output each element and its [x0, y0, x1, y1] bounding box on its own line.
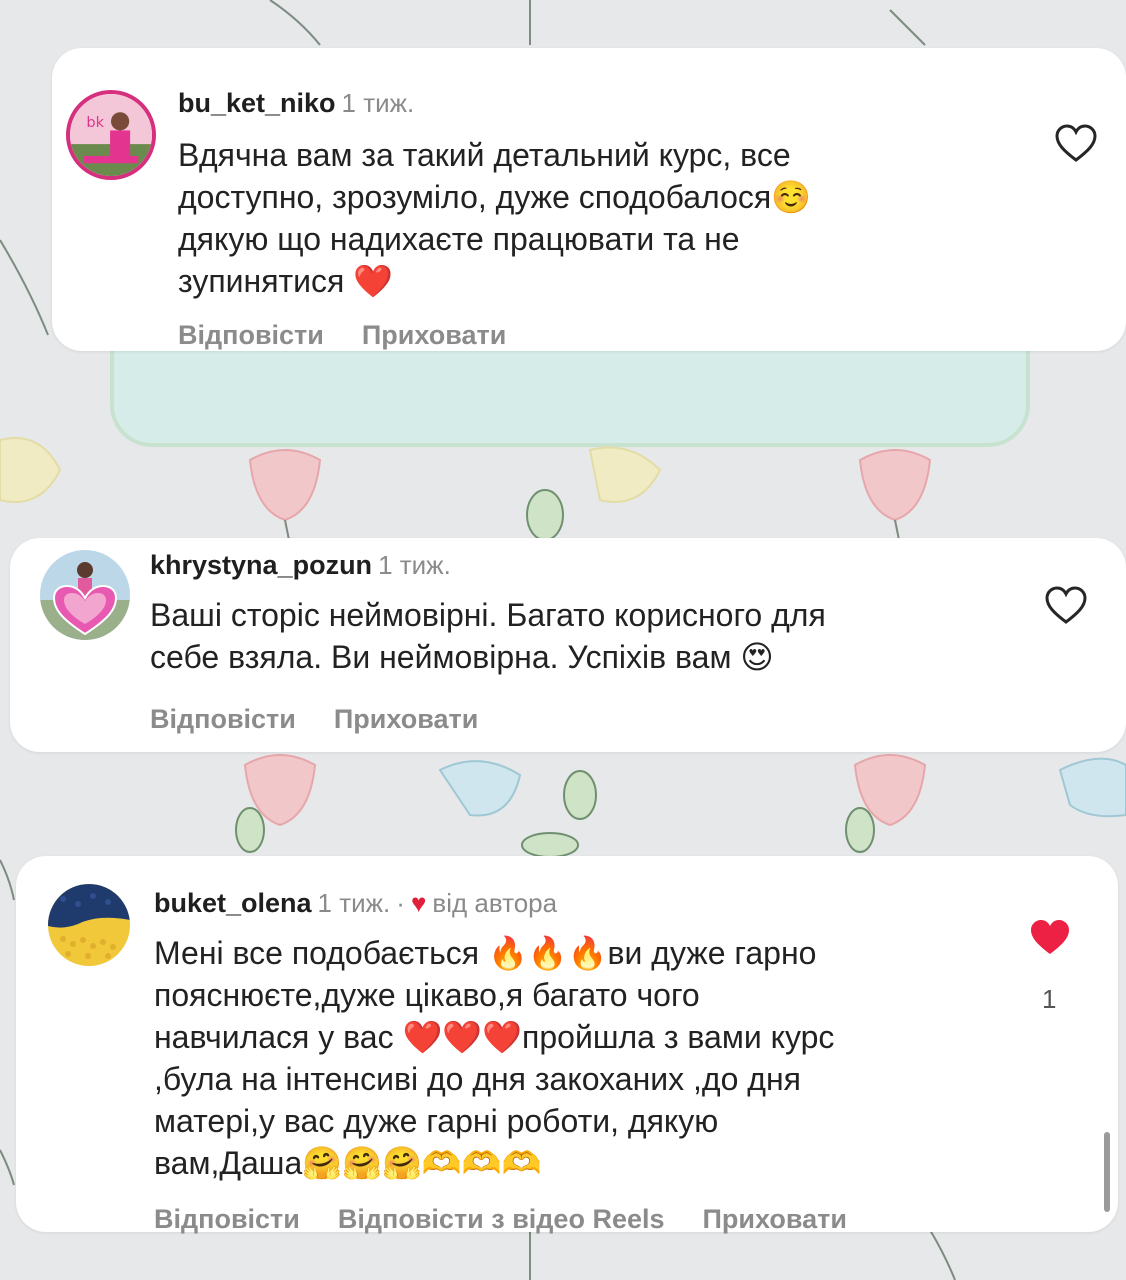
comment-time: 1 тиж. — [378, 550, 451, 580]
hide-button[interactable]: Приховати — [362, 320, 506, 350]
comment-line: доступно, зрозуміло, дуже сподобалося☺️ — [178, 179, 812, 215]
avatar[interactable] — [40, 550, 130, 640]
reply-button[interactable]: Відповісти — [178, 320, 324, 350]
reply-button[interactable]: Відповісти — [150, 704, 296, 734]
username[interactable]: buket_olena 1 тиж. · ♥ від автора — [154, 888, 557, 919]
comment-line: Вдячна вам за такий детальний курс, все — [178, 137, 791, 173]
comment-line: Ваші сторіс неймовірні. Багато корисного… — [150, 597, 826, 633]
author-badge: ♥ від автора — [411, 888, 557, 919]
heart-outline-icon[interactable] — [1044, 586, 1088, 626]
comment-line: навчилася у вас ❤️❤️❤️пройшла з вами кур… — [154, 1019, 835, 1055]
comment-actions: Відповісти Приховати — [178, 320, 544, 351]
svg-text:bk: bk — [86, 114, 104, 131]
comment-line: вам,Даша🤗🤗🤗🫶🫶🫶 — [154, 1145, 542, 1181]
comment-actions: Відповісти Приховати — [150, 704, 516, 735]
comment-card: khrystyna_pozun 1 тиж. Ваші сторіс неймов… — [10, 538, 1126, 752]
avatar-image: bk — [70, 94, 152, 176]
username[interactable]: khrystyna_pozun 1 тиж. — [150, 550, 451, 581]
hide-button[interactable]: Приховати — [703, 1204, 847, 1234]
avatar-image — [48, 884, 130, 966]
reply-button[interactable]: Відповісти — [154, 1204, 300, 1234]
avatar-image — [40, 550, 130, 640]
comment-line: зупинятися ❤️ — [178, 263, 394, 299]
comment-actions: Відповісти Відповісти з відео Reels Прихов… — [154, 1204, 885, 1235]
comment-card: buket_olena 1 тиж. · ♥ від автора Мені все п… — [16, 856, 1118, 1235]
comment-line: пояснюєте,дуже цікаво,я багато чого — [154, 977, 700, 1013]
username-text[interactable]: buket_olena — [154, 888, 312, 918]
comment-time: 1 тиж. — [341, 88, 415, 118]
comment-time: 1 тиж. — [317, 888, 391, 918]
comment-card: bk bu_ket_niko 1 тиж. Вдячна вам за такий… — [52, 48, 1126, 351]
comment-text: Вдячна вам за такий детальний курс, все … — [178, 134, 811, 302]
username[interactable]: bu_ket_niko 1 тиж. — [178, 88, 414, 119]
comment-line: себе взяла. Ви неймовірна. Успіхів вам 😍 — [150, 639, 774, 675]
author-badge-text: від автора — [432, 888, 558, 918]
heart-filled-icon: ♥ — [410, 888, 427, 918]
comment-line: матері,у вас дуже гарні роботи, дякую — [154, 1103, 719, 1139]
like-count: 1 — [1042, 984, 1057, 1014]
heart-filled-icon[interactable] — [1028, 918, 1072, 958]
heart-outline-icon[interactable] — [1054, 124, 1098, 164]
username-text[interactable]: bu_ket_niko — [178, 88, 336, 118]
comment-line: Мені все подобається 🔥🔥🔥ви дуже гарно — [154, 935, 817, 971]
comment-line: дякую що надихаєте працювати та не — [178, 221, 740, 257]
avatar[interactable] — [48, 884, 130, 966]
comment-text: Мені все подобається 🔥🔥🔥ви дуже гарно по… — [154, 932, 834, 1184]
avatar[interactable]: bk — [66, 90, 156, 180]
scrollbar[interactable] — [1104, 1132, 1110, 1212]
username-text[interactable]: khrystyna_pozun — [150, 550, 372, 580]
comment-line: ,була на інтенсиві до дня закоханих ,до … — [154, 1061, 801, 1097]
comment-text: Ваші сторіс неймовірні. Багато корисного… — [150, 594, 826, 678]
meta-separator: · — [396, 888, 405, 918]
hide-button[interactable]: Приховати — [334, 704, 478, 734]
reply-reels-button[interactable]: Відповісти з відео Reels — [338, 1204, 665, 1234]
